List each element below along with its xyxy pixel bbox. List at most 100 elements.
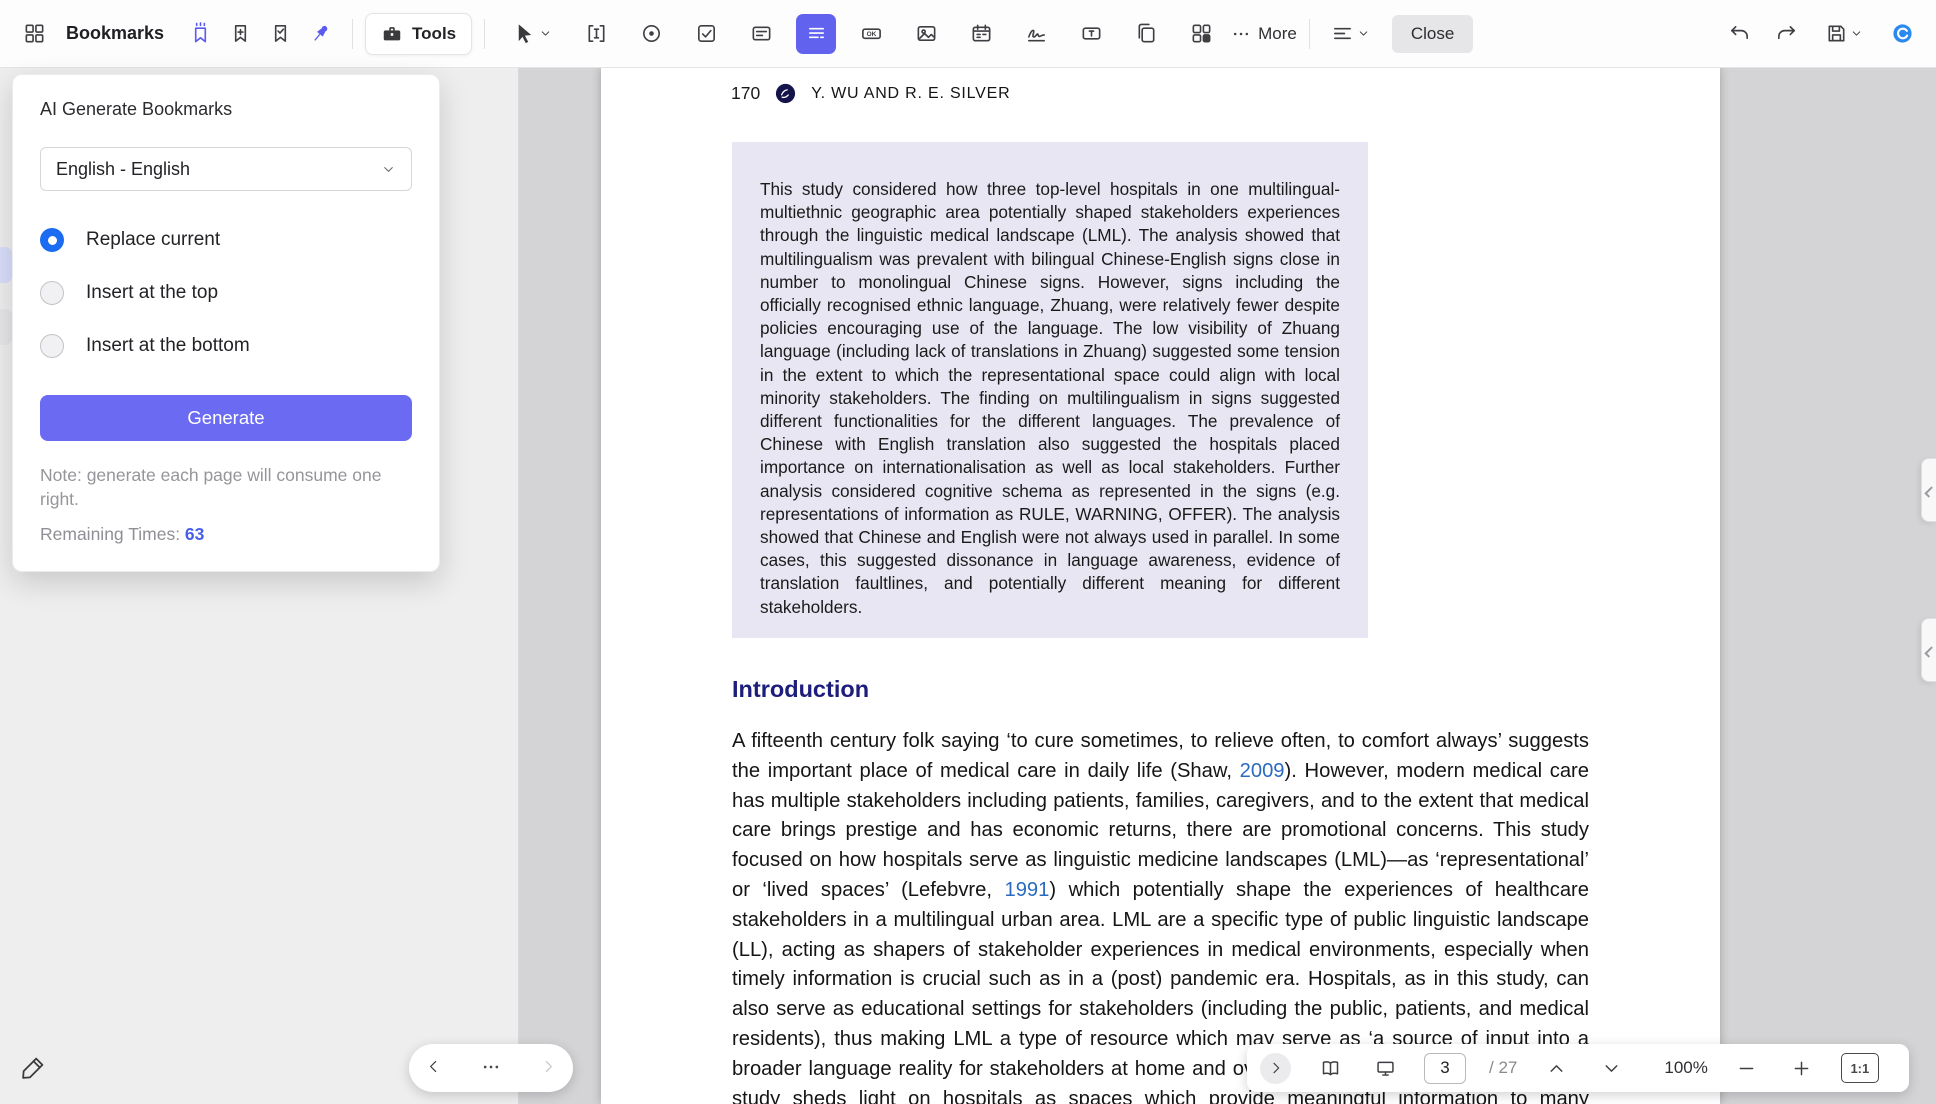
copy-tool-button[interactable] <box>1126 14 1166 54</box>
tools-button[interactable]: Tools <box>365 13 472 55</box>
radio-option-replace-current[interactable]: Replace current <box>40 228 412 252</box>
bookmarks-panel-title: Bookmarks <box>66 23 164 44</box>
form-field-icon <box>750 22 773 45</box>
save-icon <box>1825 22 1848 45</box>
toolbar-divider <box>352 19 353 49</box>
radio-indicator-selected[interactable] <box>40 228 64 252</box>
form-field-button[interactable] <box>741 14 781 54</box>
record-button[interactable] <box>631 14 671 54</box>
citation-link[interactable]: 2009 <box>1240 760 1285 782</box>
chevron-right-icon <box>1268 1060 1284 1076</box>
stamp-tool-button[interactable]: OK <box>851 14 891 54</box>
layout-grid-icon <box>1190 22 1213 45</box>
previous-page-chevron-button[interactable] <box>1540 1052 1572 1084</box>
chevron-down-icon <box>1357 27 1370 40</box>
text-field-icon <box>1080 22 1103 45</box>
language-select[interactable]: English - English <box>40 147 412 191</box>
more-button[interactable]: More <box>1231 24 1297 44</box>
image-tool-button[interactable] <box>906 14 946 54</box>
page-header: 170 Y. WU AND R. E. SILVER <box>731 81 1010 106</box>
page-number-input[interactable] <box>1424 1053 1466 1084</box>
citation-link[interactable]: 1991 <box>1004 879 1049 901</box>
undo-button[interactable] <box>1719 14 1759 54</box>
presentation-button[interactable] <box>1369 1052 1401 1084</box>
remaining-times-value: 63 <box>185 524 204 544</box>
chevron-down-icon <box>1850 27 1863 40</box>
highlight-tool-button[interactable] <box>796 14 836 54</box>
page-options-button[interactable] <box>481 1057 501 1080</box>
save-button[interactable] <box>1813 14 1875 54</box>
annotation-tools-group: OK <box>503 14 1221 54</box>
pin-icon <box>309 22 332 45</box>
chevron-down-icon <box>381 162 396 177</box>
chevron-down-icon <box>1601 1058 1622 1079</box>
right-edge-tab[interactable] <box>1921 618 1936 682</box>
redo-button[interactable] <box>1766 14 1806 54</box>
text-select-button[interactable] <box>576 14 616 54</box>
popup-title: AI Generate Bookmarks <box>40 99 412 120</box>
radio-indicator[interactable] <box>40 281 64 305</box>
checkbox-icon <box>695 22 718 45</box>
actual-size-button[interactable]: 1:1 <box>1841 1053 1879 1083</box>
toolbar-divider <box>1309 19 1310 49</box>
radio-label: Insert at the bottom <box>86 335 250 357</box>
bookmark-check-button[interactable] <box>260 14 300 54</box>
plus-icon <box>1791 1058 1812 1079</box>
signature-tool-button[interactable] <box>1016 14 1056 54</box>
date-tool-button[interactable] <box>961 14 1001 54</box>
radio-label: Insert at the top <box>86 282 218 304</box>
page-number-header: 170 <box>731 83 760 104</box>
next-page-chevron-button[interactable] <box>1595 1052 1627 1084</box>
tools-icon <box>381 23 403 45</box>
pdf-page: 170 Y. WU AND R. E. SILVER This study co… <box>601 68 1720 1104</box>
chevron-left-icon <box>425 1058 442 1075</box>
minus-icon <box>1736 1058 1757 1079</box>
text-field-button[interactable] <box>1071 14 1111 54</box>
document-viewport[interactable]: 170 Y. WU AND R. E. SILVER This study co… <box>520 68 1936 1104</box>
close-button[interactable]: Close <box>1392 15 1473 53</box>
zoom-out-button[interactable] <box>1731 1052 1763 1084</box>
page-total-label: / 27 <box>1489 1058 1517 1078</box>
text-select-icon <box>585 22 608 45</box>
generate-button[interactable]: Generate <box>40 395 412 441</box>
line-spacing-button[interactable] <box>1322 14 1380 54</box>
cursor-icon <box>513 22 536 45</box>
right-edge-tab[interactable] <box>1921 458 1936 522</box>
note-text: Note: generate each page will consume on… <box>40 463 412 511</box>
more-label: More <box>1258 24 1297 44</box>
ai-assistant-button[interactable] <box>1882 14 1922 54</box>
expand-panel-button[interactable] <box>1260 1053 1291 1084</box>
stamp-text: OK <box>866 31 876 38</box>
history-save-group <box>1719 14 1922 54</box>
ai-bookmark-button[interactable] <box>180 14 220 54</box>
top-toolbar: Bookmarks Tools <box>0 0 1936 68</box>
chevron-right-icon <box>540 1058 557 1075</box>
abstract-text: This study considered how three top-leve… <box>760 178 1340 619</box>
pin-button[interactable] <box>300 14 340 54</box>
layout-tool-button[interactable] <box>1181 14 1221 54</box>
ellipsis-icon <box>481 1057 501 1077</box>
journal-logo-icon <box>773 81 798 106</box>
prev-page-button[interactable] <box>425 1058 442 1078</box>
app-launcher-button[interactable] <box>14 14 54 54</box>
annotate-pen-button[interactable] <box>12 1048 52 1088</box>
view-controls-bar: / 27 100% 1:1 <box>1247 1044 1909 1092</box>
select-tool-button[interactable] <box>503 14 561 54</box>
checkbox-tool-button[interactable] <box>686 14 726 54</box>
book-open-icon <box>1320 1058 1341 1079</box>
chevron-down-icon <box>539 27 552 40</box>
ok-stamp-icon: OK <box>860 22 883 45</box>
page-layout-button[interactable] <box>1314 1052 1346 1084</box>
pen-nib-icon <box>20 1056 45 1081</box>
tools-label: Tools <box>412 24 456 44</box>
radio-option-insert-top[interactable]: Insert at the top <box>40 281 412 305</box>
next-page-button[interactable] <box>540 1058 557 1078</box>
pdf-editor-app: Bookmarks Tools <box>0 0 1936 1104</box>
add-bookmark-button[interactable] <box>220 14 260 54</box>
radio-option-insert-bottom[interactable]: Insert at the bottom <box>40 334 412 358</box>
radio-indicator[interactable] <box>40 334 64 358</box>
zoom-in-button[interactable] <box>1786 1052 1818 1084</box>
calendar-icon <box>970 22 993 45</box>
bookmark-check-icon <box>269 22 292 45</box>
section-title-introduction: Introduction <box>732 676 869 703</box>
